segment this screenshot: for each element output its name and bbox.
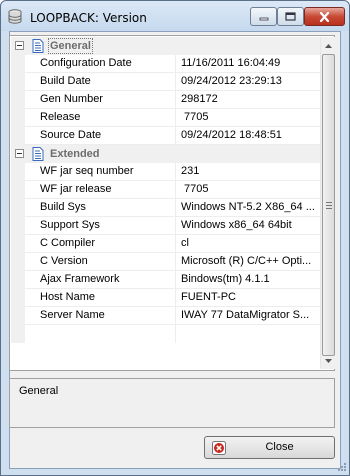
- property-row[interactable]: Build Date 09/24/2012 23:29:13: [11, 73, 320, 91]
- row-gutter: [11, 253, 25, 271]
- property-name: Host Name: [25, 289, 176, 307]
- minimize-button[interactable]: [250, 7, 277, 26]
- category-general[interactable]: General: [11, 37, 320, 55]
- property-row[interactable]: Server Name IWAY 77 DataMigrator S...: [11, 307, 320, 325]
- property-value: Windows x86_64 64bit: [176, 217, 320, 235]
- property-name: WF jar seq number: [25, 163, 176, 181]
- description-panel: General: [9, 378, 335, 428]
- scroll-down-icon: [325, 358, 332, 363]
- property-name: Configuration Date: [25, 55, 176, 73]
- window-title: LOOPBACK: Version: [30, 11, 147, 25]
- property-name: Support Sys: [25, 217, 176, 235]
- property-value: FUENT-PC: [176, 289, 320, 307]
- property-row[interactable]: Source Date 09/24/2012 18:48:51: [11, 127, 320, 145]
- resize-grip-icon[interactable]: [336, 461, 346, 471]
- property-row[interactable]: WF jar seq number 231: [11, 163, 320, 181]
- scroll-up-button[interactable]: [321, 37, 336, 54]
- row-gutter: [11, 289, 25, 307]
- row-gutter: [11, 163, 25, 181]
- row-gutter: [11, 271, 25, 289]
- database-icon: [8, 9, 22, 24]
- category-label: Extended: [50, 148, 100, 160]
- close-icon: [319, 11, 330, 22]
- property-value: Bindows(tm) 4.1.1: [176, 271, 320, 289]
- property-value: cl: [176, 235, 320, 253]
- row-gutter: [11, 217, 25, 235]
- property-grid-rows: General Configuration Date 11/16/2011 16…: [11, 37, 320, 369]
- row-gutter: [11, 307, 25, 325]
- property-name: [25, 325, 176, 343]
- property-value: 7705: [176, 181, 320, 199]
- scroll-up-icon: [325, 43, 332, 48]
- property-row[interactable]: Host Name FUENT-PC: [11, 289, 320, 307]
- property-value: Windows NT-5.2 X86_64 ...: [176, 199, 320, 217]
- row-gutter: [11, 55, 25, 73]
- property-name: Gen Number: [25, 91, 176, 109]
- property-grid: General Configuration Date 11/16/2011 16…: [9, 35, 335, 371]
- property-row[interactable]: Ajax Framework Bindows(tm) 4.1.1: [11, 271, 320, 289]
- property-row-empty: [11, 325, 320, 343]
- scroll-down-button[interactable]: [321, 352, 336, 369]
- property-value: 231: [176, 163, 320, 181]
- minimize-icon: [259, 17, 268, 20]
- row-gutter: [11, 127, 25, 145]
- property-name: Release: [25, 109, 176, 127]
- property-row[interactable]: C Compiler cl: [11, 235, 320, 253]
- property-value: [176, 325, 320, 343]
- category-extended[interactable]: Extended: [11, 145, 320, 163]
- document-icon: [32, 147, 44, 161]
- scroll-thumb[interactable]: [322, 54, 335, 356]
- row-gutter: [11, 235, 25, 253]
- property-name: C Compiler: [25, 235, 176, 253]
- property-value: 11/16/2011 16:04:49: [176, 55, 320, 73]
- property-value: 298172: [176, 91, 320, 109]
- property-row[interactable]: Release 7705: [11, 109, 320, 127]
- property-row[interactable]: Configuration Date 11/16/2011 16:04:49: [11, 55, 320, 73]
- property-value: 09/24/2012 23:29:13: [176, 73, 320, 91]
- collapse-toggle-icon[interactable]: [15, 41, 24, 50]
- row-gutter: [11, 199, 25, 217]
- property-name: C Version: [25, 253, 176, 271]
- grip-icon: [326, 202, 332, 209]
- version-dialog: LOOPBACK: Version General Configuration …: [0, 0, 350, 476]
- property-name: Build Sys: [25, 199, 176, 217]
- property-name: WF jar release: [25, 181, 176, 199]
- row-gutter: [11, 325, 25, 343]
- property-value: 7705: [176, 109, 320, 127]
- category-label: General: [48, 38, 93, 54]
- row-gutter: [11, 73, 25, 91]
- title-bar[interactable]: LOOPBACK: Version: [1, 1, 349, 31]
- maximize-button[interactable]: [277, 7, 304, 26]
- property-value: IWAY 77 DataMigrator S...: [176, 307, 320, 325]
- vertical-scrollbar[interactable]: [320, 37, 335, 369]
- row-gutter: [11, 109, 25, 127]
- property-row[interactable]: Gen Number 298172: [11, 91, 320, 109]
- property-row[interactable]: Support Sys Windows x86_64 64bit: [11, 217, 320, 235]
- description-text: General: [19, 385, 59, 397]
- close-button[interactable]: Close: [204, 436, 335, 459]
- property-row[interactable]: WF jar release 7705: [11, 181, 320, 199]
- property-value: Microsoft (R) C/C++ Opti...: [176, 253, 320, 271]
- maximize-icon: [285, 12, 296, 21]
- collapse-toggle-icon[interactable]: [15, 149, 24, 158]
- property-name: Build Date: [25, 73, 176, 91]
- document-icon: [32, 39, 44, 53]
- row-gutter: [11, 91, 25, 109]
- property-name: Ajax Framework: [25, 271, 176, 289]
- property-name: Source Date: [25, 127, 176, 145]
- property-row[interactable]: Build Sys Windows NT-5.2 X86_64 ...: [11, 199, 320, 217]
- property-name: Server Name: [25, 307, 176, 325]
- row-gutter: [11, 181, 25, 199]
- close-button-label: Close: [265, 441, 294, 453]
- property-value: 09/24/2012 18:48:51: [176, 127, 320, 145]
- property-row[interactable]: C Version Microsoft (R) C/C++ Opti...: [11, 253, 320, 271]
- window-close-button[interactable]: [304, 7, 345, 26]
